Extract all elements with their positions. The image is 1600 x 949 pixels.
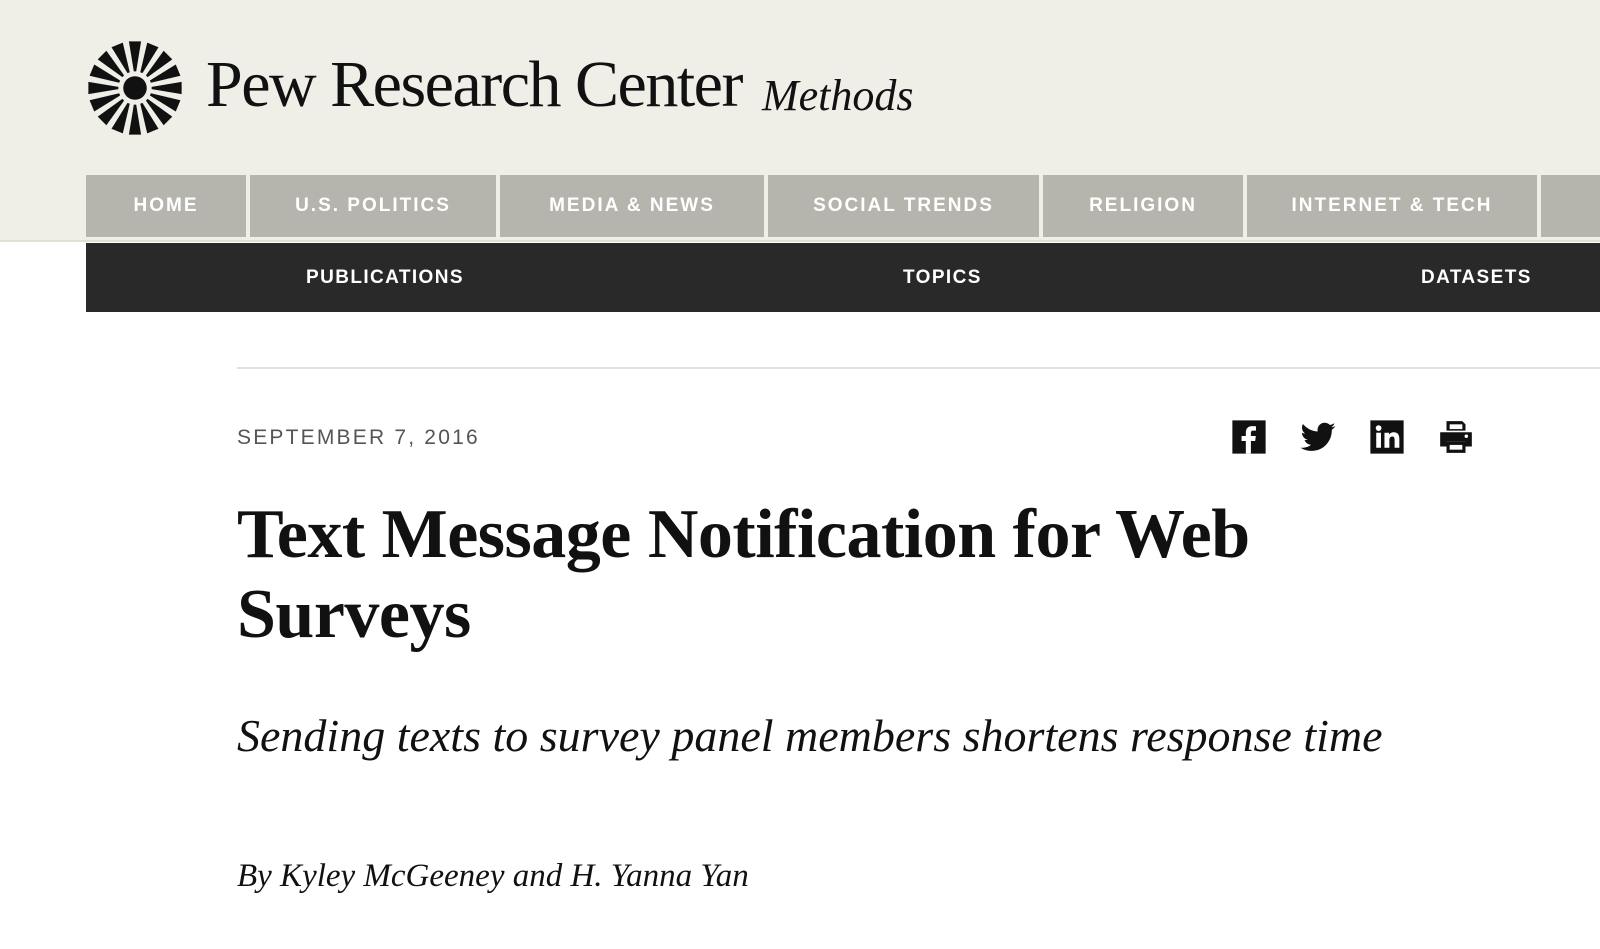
nav-tab-internet-tech[interactable]: INTERNET & TECH [1247, 175, 1537, 237]
twitter-icon[interactable] [1299, 418, 1337, 456]
nav-tab-social-trends[interactable]: SOCIAL TRENDS [768, 175, 1039, 237]
nav-publications[interactable]: PUBLICATIONS [306, 243, 464, 312]
nav-datasets[interactable]: DATASETS [1421, 243, 1532, 312]
facebook-icon[interactable] [1230, 418, 1268, 456]
brand-name[interactable]: Pew Research Center [206, 52, 743, 118]
section-name[interactable]: Methods [762, 74, 914, 118]
page: Pew Research Center Methods HOME U.S. PO… [0, 0, 1600, 949]
article-byline: By Kyley McGeeney and H. Yanna Yan [237, 858, 749, 894]
divider [237, 367, 1600, 369]
print-icon[interactable] [1437, 418, 1475, 456]
article-subtitle: Sending texts to survey panel members sh… [237, 710, 1383, 761]
primary-nav: HOME U.S. POLITICS MEDIA & NEWS SOCIAL T… [86, 175, 1600, 237]
nav-tab-home[interactable]: HOME [86, 175, 246, 237]
linkedin-icon[interactable] [1368, 418, 1406, 456]
nav-tab-overflow[interactable] [1541, 175, 1600, 237]
nav-topics[interactable]: TOPICS [903, 243, 982, 312]
nav-tab-media-news[interactable]: MEDIA & NEWS [500, 175, 764, 237]
article-title: Text Message Notification for Web Survey… [237, 496, 1250, 653]
publish-date: SEPTEMBER 7, 2016 [237, 426, 480, 449]
sunburst-logo-icon[interactable] [86, 39, 184, 137]
nav-tab-us-politics[interactable]: U.S. POLITICS [250, 175, 496, 237]
secondary-nav: PUBLICATIONS TOPICS DATASETS [86, 243, 1600, 312]
nav-tab-religion[interactable]: RELIGION [1043, 175, 1243, 237]
